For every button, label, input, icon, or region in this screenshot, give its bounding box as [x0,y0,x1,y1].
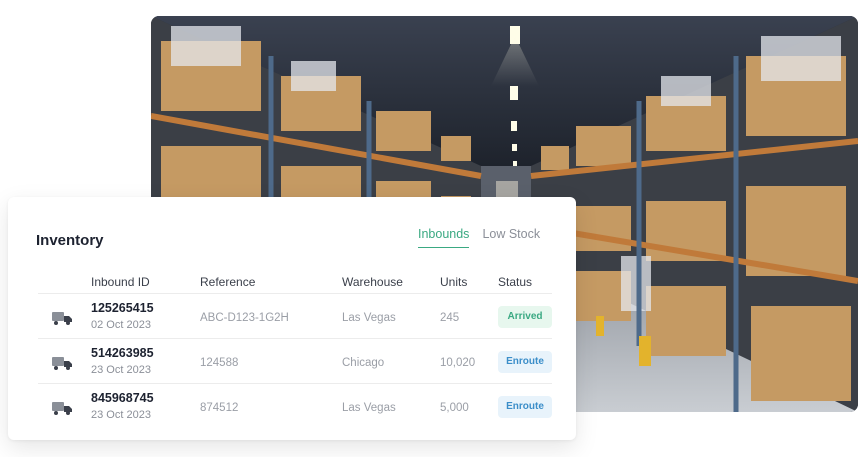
warehouse-cell: Las Vegas [342,402,396,414]
inbound-id-cell: 125265415 02 Oct 2023 [91,301,154,331]
inbound-id-cell: 845968745 23 Oct 2023 [91,391,154,421]
truck-icon [52,357,72,370]
inbound-id-cell: 514263985 23 Oct 2023 [91,346,154,376]
table-row[interactable]: 845968745 23 Oct 2023 874512 Las Vegas 5… [38,384,552,428]
inbound-id: 514263985 [91,346,154,360]
units-cell: 10,020 [440,357,476,369]
reference-cell: 124588 [200,357,239,369]
tab-low-stock[interactable]: Low Stock [482,227,540,248]
tab-inbounds[interactable]: Inbounds [418,227,470,248]
card-title: Inventory [36,232,104,249]
inventory-card: Inventory Inbounds Low Stock Inbound ID … [8,197,576,440]
inbound-table: Inbound ID Reference Warehouse Units Sta… [38,273,552,428]
truck-icon [52,312,72,325]
status-badge: Enroute [498,351,552,373]
tabs: Inbounds Low Stock [418,227,540,248]
reference-cell: ABC-D123-1G2H [200,312,289,324]
reference-cell: 874512 [200,402,239,414]
inbound-id: 845968745 [91,391,154,405]
truck-icon [52,402,72,415]
inbound-date: 23 Oct 2023 [91,364,151,376]
table-row[interactable]: 125265415 02 Oct 2023 ABC-D123-1G2H Las … [38,294,552,339]
units-cell: 245 [440,312,460,324]
column-header-units: Units [440,275,468,289]
warehouse-cell: Las Vegas [342,312,396,324]
table-row[interactable]: 514263985 23 Oct 2023 124588 Chicago 10,… [38,339,552,384]
units-cell: 5,000 [440,402,469,414]
inbound-date: 23 Oct 2023 [91,409,151,421]
inbound-date: 02 Oct 2023 [91,319,151,331]
inbound-id: 125265415 [91,301,154,315]
table-header: Inbound ID Reference Warehouse Units Sta… [38,273,552,294]
column-header-status: Status [498,275,533,289]
column-header-warehouse: Warehouse [342,275,403,289]
column-header-inbound-id: Inbound ID [91,275,150,289]
status-badge: Arrived [498,306,552,328]
column-header-reference: Reference [200,275,256,289]
warehouse-cell: Chicago [342,357,385,369]
status-badge: Enroute [498,396,552,418]
